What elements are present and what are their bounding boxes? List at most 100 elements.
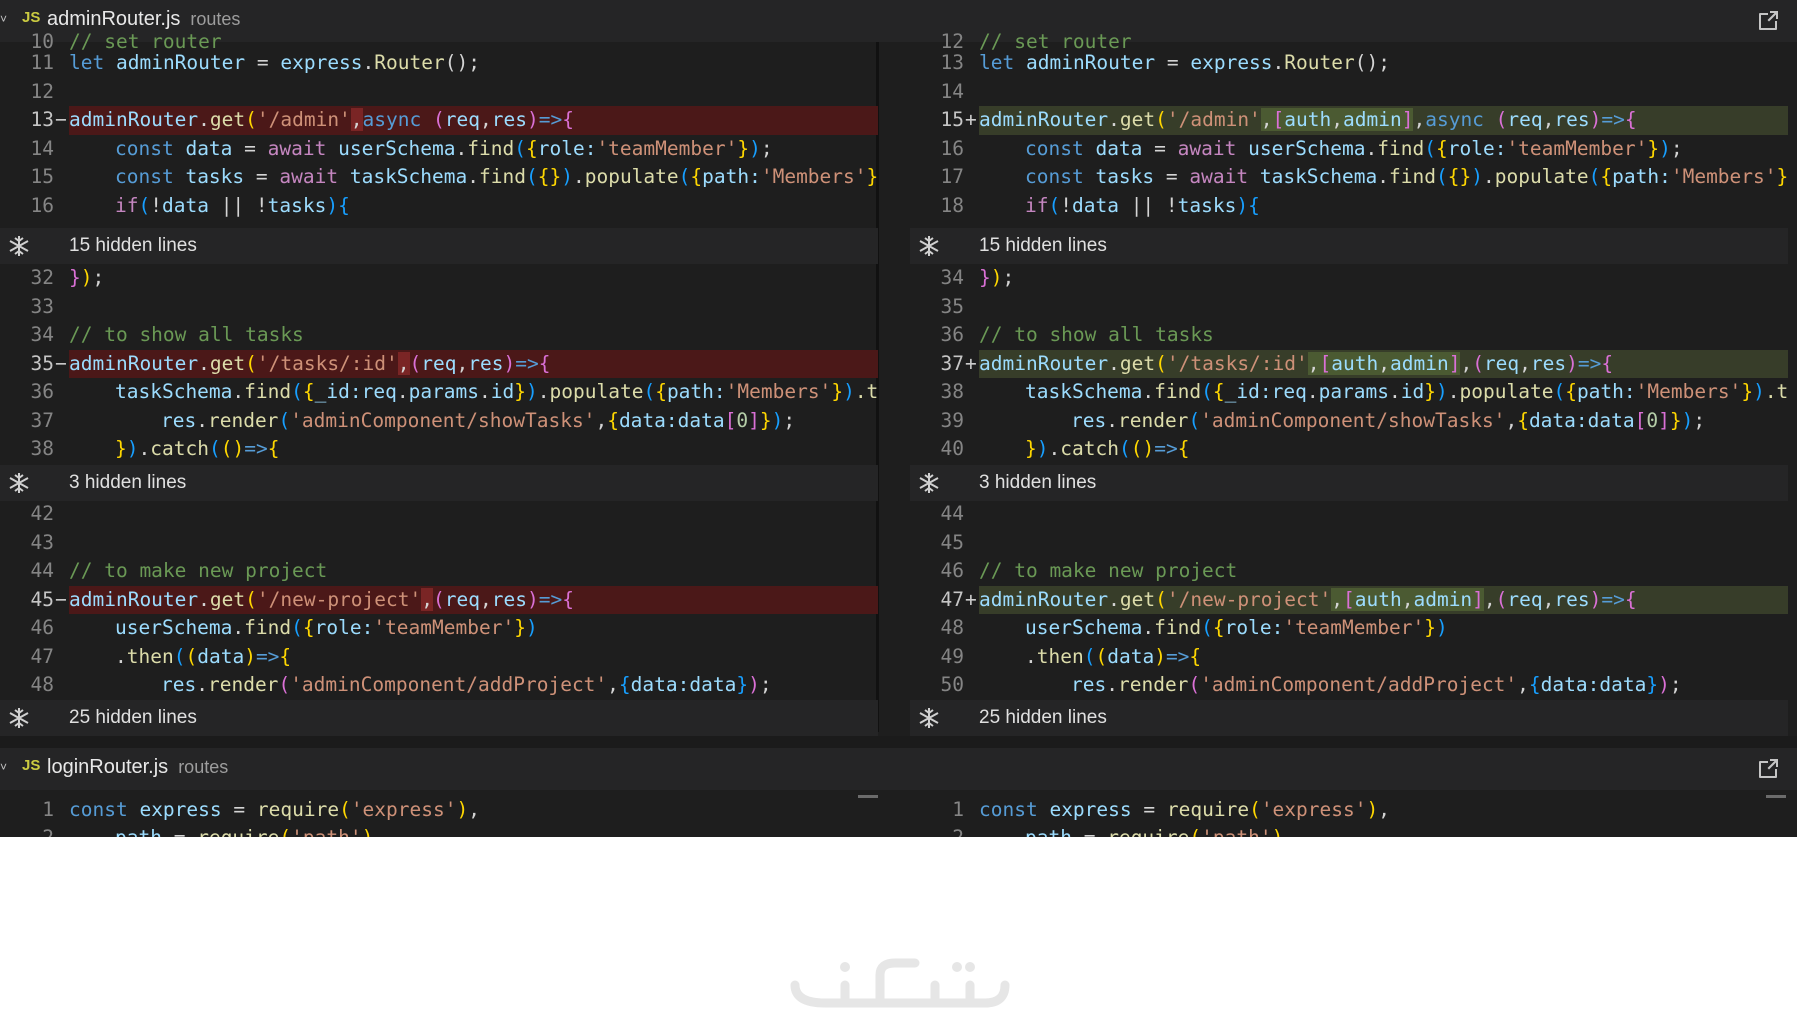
code-line[interactable]: 42 (0, 500, 878, 529)
code-line[interactable]: 13 let adminRouter = express.Router(); (910, 49, 1788, 78)
removed-marker: − (55, 108, 67, 131)
file-dir: routes (178, 757, 229, 777)
hidden-lines-bar[interactable]: 3 hidden lines (910, 465, 1788, 501)
line-number: 36 (30, 380, 54, 403)
code-line[interactable]: 11 let adminRouter = express.Router(); (0, 49, 878, 78)
code-line[interactable]: 46 userSchema.find({role:'teamMember'}) (0, 614, 878, 643)
code-line[interactable]: 46 // to make new project (910, 557, 1788, 586)
unfold-icon[interactable] (8, 472, 30, 494)
diff-editor: ˅ JS adminRouter.js routes 10// set route… (0, 0, 1797, 837)
code-line[interactable]: 36 // to show all tasks (910, 321, 1788, 350)
unfold-icon[interactable] (8, 235, 30, 257)
removed-line[interactable]: 13− adminRouter.get('/admin',async (req,r… (0, 106, 878, 135)
line-number: 46 (940, 559, 964, 582)
code-text: res.render('adminComponent/showTasks',{d… (161, 408, 796, 432)
unfold-icon[interactable] (918, 472, 940, 494)
code-line[interactable]: 35 (910, 293, 1788, 322)
code-text: .then((data)=>{ (1025, 644, 1202, 668)
chevron-down-icon[interactable]: ˅ (0, 760, 10, 774)
code-line[interactable]: 18 if(!data || !tasks){ (910, 192, 1788, 221)
unfold-icon[interactable] (918, 707, 940, 729)
code-line[interactable]: 38 taskSchema.find({_id:req.params.id}).p… (910, 378, 1788, 407)
modified-pane: 12// set router 13 let adminRouter = expr… (910, 0, 1788, 837)
code-line[interactable]: 12 (0, 78, 878, 107)
line-number: 1 (952, 798, 964, 821)
code-line[interactable]: 15 const tasks = await taskSchema.find({}… (0, 163, 878, 192)
added-line[interactable]: 37 + adminRouter.get('/tasks/:id',[auth,ad… (910, 349, 1788, 378)
code-line[interactable]: 2 path = require('path'), (910, 824, 1788, 837)
js-file-icon: JS (22, 757, 41, 774)
code-line[interactable]: 16 if(!data || !tasks){ (0, 192, 878, 221)
code-line[interactable]: 33 (0, 293, 878, 322)
code-line[interactable]: 38}).catch(()=>{ (0, 435, 878, 464)
scroll-indicator[interactable] (858, 795, 878, 798)
code-line[interactable]: 16 const data = await userSchema.find({ro… (910, 135, 1788, 164)
code-line[interactable]: 14 (910, 78, 1788, 107)
code-line[interactable]: 2 path = require('path'), (0, 824, 878, 837)
added-marker: + (965, 351, 977, 375)
code-line[interactable]: 40}).catch(()=>{ (910, 435, 1788, 464)
line-number: 44 (940, 502, 964, 525)
hidden-lines-bar[interactable]: 3 hidden lines (0, 465, 878, 501)
code-line[interactable]: 34}); (910, 264, 1788, 293)
hidden-lines-bar[interactable]: 25 hidden lines (910, 700, 1788, 736)
code-text: }); (979, 266, 1015, 289)
removed-line[interactable]: 35− adminRouter.get('/tasks/:id',(req,res… (0, 349, 878, 378)
code-text: const tasks = await taskSchema.find({}).… (1025, 165, 1788, 188)
code-text: adminRouter.get('/new-project',(req,res)… (69, 585, 878, 614)
code-line[interactable]: 34 // to show all tasks (0, 321, 878, 350)
code-text: res.render('adminComponent/addProject',{… (1071, 673, 1682, 696)
code-line[interactable]: 44 // to make new project (0, 557, 878, 586)
line-number: 49 (940, 644, 964, 668)
code-text: adminRouter.get('/admin',async (req,res)… (69, 106, 878, 135)
code-line[interactable]: 48 res.render('adminComponent/addProject'… (0, 671, 878, 700)
scroll-indicator[interactable] (1766, 795, 1786, 798)
code-line[interactable]: 14 const data = await userSchema.find({ro… (0, 135, 878, 164)
code-line[interactable]: 44 (910, 500, 1788, 529)
code-line[interactable]: 39 res.render('adminComponent/showTasks',… (910, 407, 1788, 436)
line-number: 44 (30, 559, 54, 582)
line-number: 34 (940, 266, 964, 289)
line-number: 13 (940, 51, 964, 74)
hidden-lines-bar[interactable]: 15 hidden lines (0, 228, 878, 264)
code-line[interactable]: 47 .then((data)=>{ (0, 643, 878, 672)
added-line[interactable]: 15 + adminRouter.get('/admin',[auth,admin]… (910, 106, 1788, 135)
code-text: adminRouter.get('/tasks/:id',(req,res)=>… (69, 349, 878, 378)
line-number: 50 (940, 673, 964, 696)
code-line[interactable]: 37 res.render('adminComponent/showTasks',… (0, 407, 878, 436)
code-text: userSchema.find({role:'teamMember'}) (115, 616, 538, 639)
hidden-lines-label: 3 hidden lines (69, 472, 187, 493)
code-line[interactable]: 48 userSchema.find({role:'teamMember'}) (910, 614, 1788, 643)
line-number: 47 (940, 587, 964, 611)
code-text: taskSchema.find({_id:req.params.id}).pop… (115, 380, 878, 403)
line-number: 45 (940, 530, 964, 554)
code-text: if(!data || !tasks){ (115, 193, 350, 217)
code-line[interactable]: 50 res.render('adminComponent/addProject'… (910, 671, 1788, 700)
line-number: 2 (910, 824, 964, 837)
removed-line[interactable]: 45− adminRouter.get('/new-project',(req,r… (0, 585, 878, 614)
open-file-icon[interactable] (1757, 756, 1781, 780)
code-line[interactable]: 17 const tasks = await taskSchema.find({}… (910, 163, 1788, 192)
added-line[interactable]: 47 + adminRouter.get('/new-project',[auth,… (910, 585, 1788, 614)
file-name[interactable]: loginRouter.js routes (47, 756, 228, 779)
file-header-loginrouter[interactable]: ˅ JS loginRouter.js routes (0, 748, 1797, 790)
line-number: 38 (30, 437, 54, 460)
code-line[interactable]: 45 (910, 529, 1788, 558)
unfold-icon[interactable] (918, 235, 940, 257)
code-line[interactable]: 49 .then((data)=>{ (910, 643, 1788, 672)
hidden-lines-label: 25 hidden lines (979, 707, 1107, 728)
code-line[interactable]: 1 const express = require('express'), (910, 796, 1788, 825)
hidden-lines-bar[interactable]: 25 hidden lines (0, 700, 878, 736)
line-number: 13 (30, 108, 54, 131)
code-line[interactable]: 1 const express = require('express'), (0, 796, 878, 825)
code-line[interactable]: 36 taskSchema.find({_id:req.params.id}).p… (0, 378, 878, 407)
line-number: 32 (30, 266, 54, 289)
code-text: const data = await userSchema.find({role… (1025, 136, 1683, 160)
line-number: 45 (30, 587, 54, 611)
hidden-lines-label: 3 hidden lines (979, 472, 1097, 493)
code-line[interactable]: 32}); (0, 264, 878, 293)
file-separator (0, 736, 1797, 748)
code-line[interactable]: 43 (0, 529, 878, 558)
hidden-lines-bar[interactable]: 15 hidden lines (910, 228, 1788, 264)
unfold-icon[interactable] (8, 707, 30, 729)
